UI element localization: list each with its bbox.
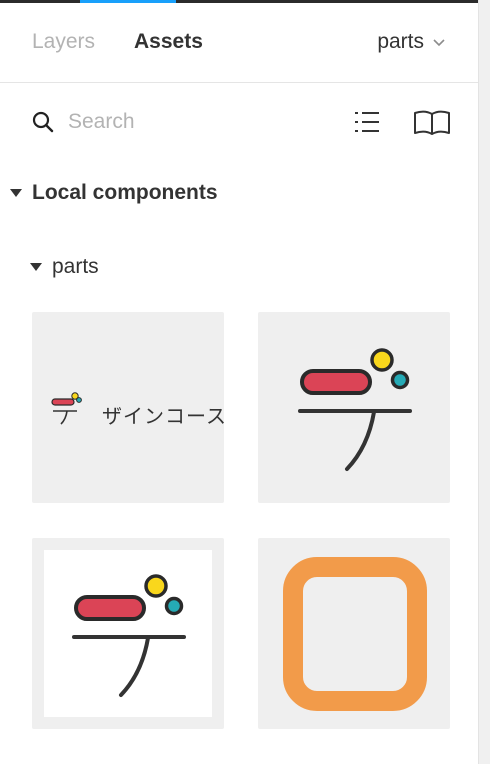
component-tile-logo-text[interactable]: ザインコース [32,312,224,503]
logo-mark [72,574,186,697]
tab-assets[interactable]: Assets [134,30,203,54]
search-input[interactable] [68,106,328,138]
panel-right-edge [478,0,490,764]
component-tile-orange-frame[interactable] [258,538,450,729]
group-title: parts [52,255,99,278]
page-select-value: parts [377,30,424,53]
search-icon [31,110,55,139]
logo-mark-small [51,392,82,425]
local-components-section[interactable]: Local components [10,181,218,205]
panel-tabs: Layers Assets parts [0,3,478,83]
orange-frame [283,557,427,711]
chevron-down-icon [432,30,446,54]
section-title: Local components [32,181,218,204]
component-tile-logo-mark[interactable] [258,312,450,503]
tab-layers[interactable]: Layers [32,30,95,54]
logo-mark [298,348,412,471]
list-view-icon[interactable] [353,109,381,140]
caret-down-icon [30,263,42,271]
logo-text: ザインコース [102,404,224,428]
parts-group[interactable]: parts [30,255,99,279]
caret-down-icon [10,189,22,197]
component-tile-logo-mark-white[interactable] [32,538,224,729]
search-row [0,100,478,146]
library-book-icon[interactable] [413,109,451,142]
page-select[interactable]: parts [377,30,446,54]
